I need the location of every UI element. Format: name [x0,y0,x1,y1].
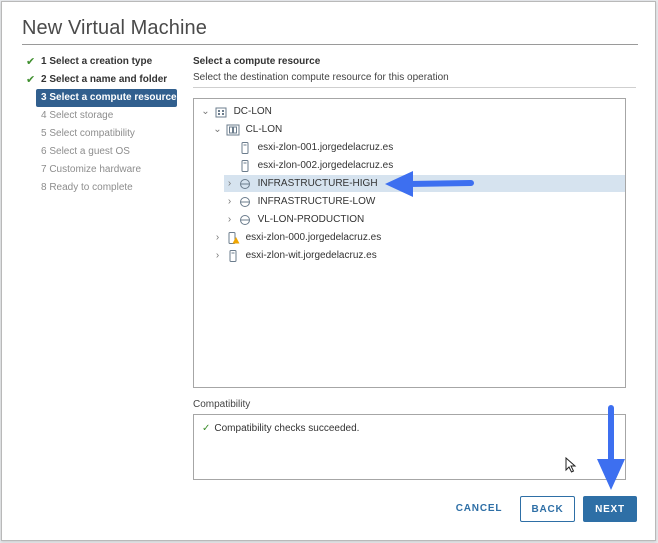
tree-node-host[interactable]: esxi-zlon-001.jorgedelacruz.es [224,139,625,156]
compatibility-panel: ✓ Compatibility checks succeeded. [193,414,626,480]
back-button[interactable]: BACK [520,496,575,522]
step-label: 6 Select a guest OS [41,146,130,157]
step-8: 8 Ready to complete [23,179,183,197]
step-label: 2 Select a name and folder [41,74,168,85]
step-3[interactable]: 3 Select a compute resource [36,89,177,107]
dialog-title: New Virtual Machine [22,17,207,39]
tree-node-label: esxi-zlon-001.jorgedelacruz.es [257,142,394,153]
step-label: 3 Select a compute resource [41,92,177,103]
tree-node-label: esxi-zlon-000.jorgedelacruz.es [245,232,382,243]
wizard-steps: ✔ 1 Select a creation type ✔ 2 Select a … [23,53,183,197]
step-5: 5 Select compatibility [23,125,183,143]
compatibility-label: Compatibility [193,399,251,410]
section-subtitle: Select the destination compute resource … [193,72,449,83]
chevron-right-icon[interactable]: › [224,211,235,228]
tree-node-label: INFRASTRUCTURE-HIGH [257,178,378,189]
checkmark-icon: ✔ [26,56,36,68]
host-icon [241,159,249,172]
tree-node-label: INFRASTRUCTURE-LOW [257,196,376,207]
next-button[interactable]: NEXT [583,496,637,522]
step-7: 7 Customize hardware [23,161,183,179]
chevron-down-icon[interactable]: ⌄ [212,121,223,138]
chevron-right-icon[interactable]: › [224,175,235,192]
checkmark-icon: ✔ [26,74,36,86]
section-title: Select a compute resource [193,56,321,67]
section-divider [193,87,636,88]
step-2[interactable]: ✔ 2 Select a name and folder [23,71,183,89]
resource-pool-icon [239,214,250,225]
step-label: 8 Ready to complete [41,182,133,193]
annotation-arrow-down-icon [597,405,625,490]
host-icon [229,249,237,262]
step-6: 6 Select a guest OS [23,143,183,161]
compute-resource-tree[interactable]: ⌄ DC-LON ⌄ CL-LON esxi-zlon-001.jorgedel… [193,98,626,388]
tree-node-label: DC-LON [233,106,272,117]
chevron-right-icon[interactable]: › [212,229,223,246]
cluster-icon [226,124,240,135]
resource-pool-icon [239,178,250,189]
mouse-pointer-icon [565,457,577,473]
title-divider [22,44,638,45]
chevron-down-icon[interactable]: ⌄ [200,103,211,120]
tree-node-label: esxi-zlon-002.jorgedelacruz.es [257,160,394,171]
compatibility-message-text: Compatibility checks succeeded. [214,423,360,434]
step-1[interactable]: ✔ 1 Select a creation type [23,53,183,71]
tree-node-host-warning[interactable]: › esxi-zlon-000.jorgedelacruz.es [212,229,625,246]
annotation-arrow-left-icon [385,171,474,197]
compatibility-message: ✓ Compatibility checks succeeded. [202,423,359,434]
chevron-right-icon[interactable]: › [224,193,235,210]
tree-node-host[interactable]: › esxi-zlon-wit.jorgedelacruz.es [212,247,625,264]
step-4: 4 Select storage [23,107,183,125]
step-label: 5 Select compatibility [41,128,135,139]
resource-pool-icon [239,196,250,207]
chevron-right-icon[interactable]: › [212,247,223,264]
checkmark-icon: ✓ [202,423,211,434]
tree-node-cluster[interactable]: ⌄ CL-LON [212,121,625,138]
host-icon [241,141,249,154]
host-warning-icon [228,231,240,244]
cancel-button[interactable]: CANCEL [446,496,512,522]
tree-node-datacenter[interactable]: ⌄ DC-LON [200,103,625,120]
tree-node-label: CL-LON [245,124,283,135]
step-label: 1 Select a creation type [41,56,153,67]
tree-node-label: esxi-zlon-wit.jorgedelacruz.es [245,250,377,261]
datacenter-icon [215,107,227,117]
tree-node-resource-pool[interactable]: › VL-LON-PRODUCTION [224,211,625,228]
tree-node-label: VL-LON-PRODUCTION [257,214,365,225]
step-label: 7 Customize hardware [41,164,142,175]
step-label: 4 Select storage [41,110,114,121]
